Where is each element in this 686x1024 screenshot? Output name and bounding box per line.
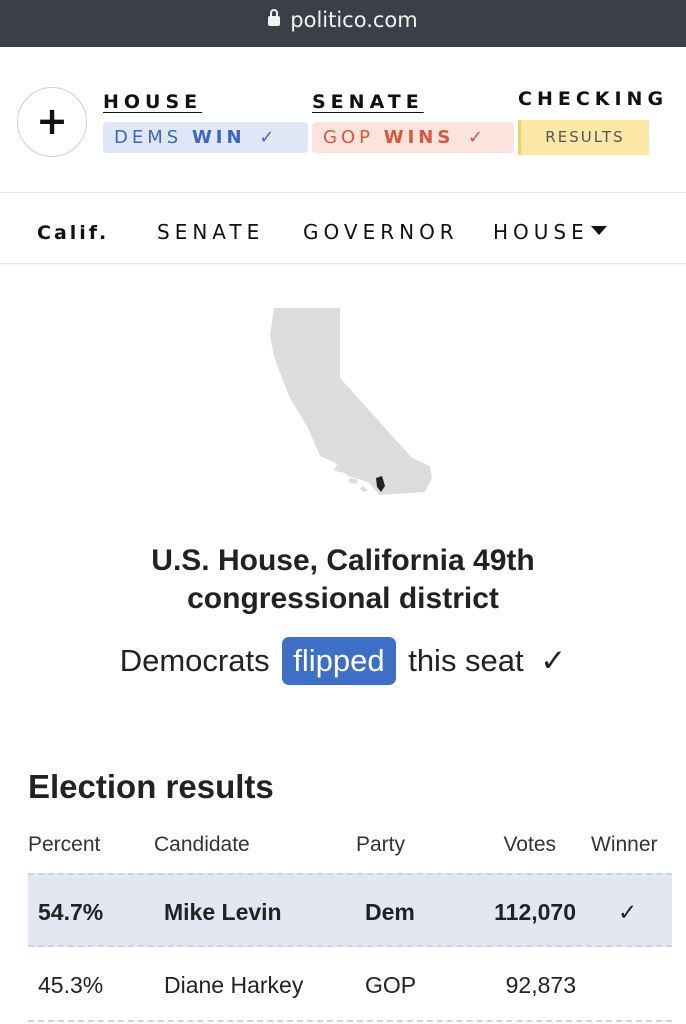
cell-percent: 54.7%	[38, 899, 104, 925]
senate-status-party: GOP	[323, 127, 374, 148]
checking-label: CHECKING	[518, 88, 669, 110]
cell-candidate: Mike Levin	[164, 899, 282, 925]
channel-island	[348, 478, 358, 484]
race-title: U.S. House, California 49th congressiona…	[0, 542, 686, 618]
house-check-icon: ✓	[259, 127, 275, 148]
col-header-winner: Winner	[591, 833, 658, 856]
house-status-party: DEMS	[114, 127, 183, 148]
channel-island	[360, 486, 368, 492]
col-header-percent: Percent	[28, 833, 101, 856]
tab-house-label: HOUSE	[493, 220, 589, 244]
tab-governor[interactable]: GOVERNOR	[303, 220, 459, 244]
house-status-result: WIN	[191, 127, 246, 148]
cell-party: Dem	[365, 899, 415, 925]
checking-results-button[interactable]: RESULTS	[518, 120, 649, 155]
nav-senate-link[interactable]: SENATE	[312, 91, 424, 113]
table-row: 54.7% Mike Levin Dem 112,070 ✓	[28, 873, 672, 947]
lock-icon	[268, 9, 281, 26]
senate-status-result: WINS	[383, 127, 455, 148]
flip-suffix: this seat	[408, 643, 524, 678]
col-header-votes: Votes	[503, 833, 556, 856]
flip-status: Democrats flipped this seat ✓	[0, 637, 686, 685]
cell-percent: 45.3%	[38, 972, 104, 998]
race-title-line1: U.S. House, California 49th	[151, 544, 535, 577]
expand-menu-button[interactable]: +	[17, 87, 87, 157]
tab-house[interactable]: HOUSE	[493, 220, 607, 244]
cell-candidate: Diane Harkey	[164, 972, 304, 998]
nav-house-link[interactable]: HOUSE	[103, 91, 202, 113]
race-title-line2: congressional district	[187, 582, 499, 615]
cell-votes: 112,070	[494, 899, 576, 925]
election-results-heading: Election results	[28, 768, 274, 805]
url-domain: politico.com	[290, 8, 418, 32]
col-header-candidate: Candidate	[154, 833, 250, 856]
california-shape	[270, 308, 432, 495]
cell-party: GOP	[365, 972, 417, 998]
table-row: 45.3% Diane Harkey GOP 92,873	[28, 948, 672, 1022]
senate-status-badge[interactable]: GOP WINS ✓	[312, 122, 514, 153]
browser-url-bar[interactable]: politico.com	[0, 0, 686, 47]
flipped-badge: flipped	[282, 637, 396, 685]
url-display[interactable]: politico.com	[0, 8, 686, 32]
winner-check-icon: ✓	[618, 899, 638, 925]
col-header-party: Party	[356, 833, 406, 856]
california-district-map	[270, 308, 432, 495]
results-top-nav: + HOUSE DEMS WIN ✓ SENATE GOP WINS ✓ CHE…	[0, 47, 686, 193]
house-status-badge[interactable]: DEMS WIN ✓	[103, 122, 308, 153]
state-label[interactable]: Calif.	[37, 222, 109, 244]
senate-check-icon: ✓	[468, 127, 484, 148]
cell-votes: 92,873	[505, 972, 576, 998]
caret-down-icon	[590, 226, 607, 235]
flip-check-icon: ✓	[540, 643, 567, 678]
state-sub-nav: Calif. SENATE GOVERNOR HOUSE	[0, 194, 686, 264]
tab-senate[interactable]: SENATE	[157, 220, 264, 244]
flip-prefix: Democrats	[119, 643, 270, 678]
